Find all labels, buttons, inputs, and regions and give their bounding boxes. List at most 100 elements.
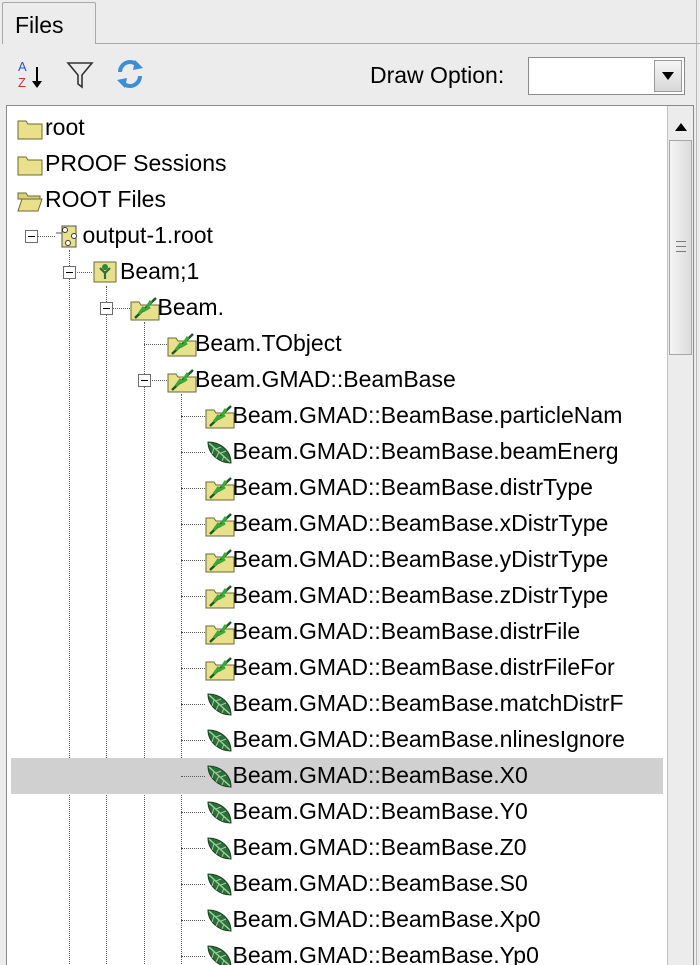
collapse-toggle[interactable] xyxy=(137,374,151,387)
branch-folder-icon xyxy=(205,475,234,501)
filter-icon xyxy=(66,62,94,89)
chevron-down-icon xyxy=(662,72,674,80)
scroll-grip xyxy=(676,251,686,252)
tree-row[interactable]: Beam.GMAD::BeamBase.matchDistrF xyxy=(7,686,667,722)
tree-item-label: Beam.GMAD::BeamBase.S0 xyxy=(232,870,528,896)
tree-row[interactable]: Beam.GMAD::BeamBase.distrFileFor xyxy=(7,650,667,686)
tree-row[interactable]: Beam.GMAD::BeamBase.beamEnerg xyxy=(7,434,667,470)
tree-item-label: Beam.GMAD::BeamBase.distrType xyxy=(232,474,593,500)
tree-row[interactable]: Beam.GMAD::BeamBase.particleNam xyxy=(7,398,667,434)
tree-connector xyxy=(181,884,205,885)
branch-folder-icon xyxy=(205,583,234,609)
tree-connector xyxy=(181,560,205,561)
tree-connector xyxy=(181,524,205,525)
leaf-icon xyxy=(205,691,232,717)
tree-row[interactable]: Beam.GMAD::BeamBase.Xp0 xyxy=(7,902,667,938)
tree-connector xyxy=(181,812,205,813)
branch-folder-icon xyxy=(167,331,197,357)
scroll-grip xyxy=(676,246,686,247)
collapse-toggle[interactable] xyxy=(62,266,76,279)
tree-item-label: Beam.GMAD::BeamBase.zDistrType xyxy=(232,582,609,608)
tree-item-label: Beam.GMAD::BeamBase.particleNam xyxy=(232,402,623,428)
tree-row[interactable]: Beam.GMAD::BeamBase.yDistrType xyxy=(7,542,667,578)
collapse-toggle[interactable] xyxy=(100,302,113,315)
scroll-thumb[interactable] xyxy=(669,140,692,355)
tree-row[interactable]: Beam.GMAD::BeamBase.distrFile xyxy=(7,614,667,650)
tree-row[interactable]: Beam.GMAD::BeamBase.nlinesIgnore xyxy=(7,722,667,758)
tree-row[interactable]: root xyxy=(7,110,667,146)
tree-connector xyxy=(181,668,205,669)
tree-item-label: Beam.GMAD::BeamBase.nlinesIgnore xyxy=(232,726,625,752)
branch-folder-icon xyxy=(130,295,159,321)
tree-item-label: Beam.GMAD::BeamBase.Y0 xyxy=(232,798,528,824)
scroll-up-button[interactable] xyxy=(668,114,693,140)
branch-folder-icon xyxy=(205,511,234,537)
svg-text:A: A xyxy=(18,59,27,74)
tree-row[interactable]: PROOF Sessions xyxy=(7,146,667,182)
tree-row[interactable]: Beam.GMAD::BeamBase.Y0 xyxy=(7,794,667,830)
tree-connector xyxy=(181,920,205,921)
leaf-icon xyxy=(205,943,231,965)
leaf-icon xyxy=(205,727,232,753)
tree-item-label: Beam;1 xyxy=(120,258,200,284)
tree-row[interactable]: Beam.GMAD::BeamBase.zDistrType xyxy=(7,578,667,614)
sort-button[interactable]: A Z xyxy=(12,54,48,94)
filter-button[interactable] xyxy=(62,54,98,94)
file-browser-panel: root PROOF Sessions ROOT Files output-1.roo… xyxy=(6,105,694,965)
tree-row[interactable]: Beam. xyxy=(7,290,667,326)
leaf-icon xyxy=(205,439,232,465)
window-edge xyxy=(696,0,697,965)
tree-row[interactable]: Beam.GMAD::BeamBase.X0 xyxy=(11,758,663,794)
tree-item-label: Beam. xyxy=(157,294,224,320)
tab-files[interactable]: Files xyxy=(2,2,96,44)
sort-az-icon: A Z xyxy=(18,59,42,90)
tab-files-label: Files xyxy=(15,12,64,38)
tree-item-label: Beam.GMAD::BeamBase.xDistrType xyxy=(232,510,609,536)
leaf-icon xyxy=(205,835,232,861)
tree-row[interactable]: Beam.GMAD::BeamBase.xDistrType xyxy=(7,506,667,542)
tree-item-label: Beam.GMAD::BeamBase xyxy=(195,366,456,392)
tree-row[interactable]: Beam.GMAD::BeamBase.Yp0 xyxy=(7,938,667,965)
tree-row[interactable]: Beam.TObject xyxy=(7,326,667,362)
tree-connector xyxy=(181,776,205,777)
tree-item-label: Beam.GMAD::BeamBase.beamEnerg xyxy=(232,438,619,464)
tree-row[interactable]: output-1.root xyxy=(7,218,667,254)
refresh-icon xyxy=(117,60,143,88)
collapse-toggle[interactable] xyxy=(25,230,38,243)
tree-row[interactable]: Beam.GMAD::BeamBase.S0 xyxy=(7,866,667,902)
tree-row[interactable]: Beam;1 xyxy=(7,254,667,290)
tree-row[interactable]: Beam.GMAD::BeamBase.Z0 xyxy=(7,830,667,866)
branch-folder-icon xyxy=(205,403,234,429)
tree-item-label: Beam.GMAD::BeamBase.Xp0 xyxy=(232,906,541,932)
draw-option-label: Draw Option: xyxy=(370,62,505,88)
ttree-icon xyxy=(92,259,118,285)
branch-folder-icon xyxy=(167,367,197,393)
chevron-up-icon xyxy=(675,123,687,131)
combo-arrow-button[interactable] xyxy=(654,60,682,92)
tree-connector xyxy=(143,344,167,345)
draw-option-combo[interactable] xyxy=(528,57,685,95)
tree-row[interactable]: Beam.GMAD::BeamBase.distrType xyxy=(7,470,667,506)
tree-item-label: Beam.GMAD::BeamBase.distrFile xyxy=(232,618,581,644)
root-file-icon xyxy=(55,223,81,249)
file-tree[interactable]: root PROOF Sessions ROOT Files output-1.roo… xyxy=(7,106,667,965)
tree-item-label: Beam.GMAD::BeamBase.matchDistrF xyxy=(232,690,624,716)
tree-item-label: Beam.GMAD::BeamBase.Yp0 xyxy=(232,942,539,965)
branch-folder-icon xyxy=(205,547,234,573)
tree-connector xyxy=(181,704,205,705)
toolbar: A Z Draw Option: xyxy=(0,50,700,100)
tab-strip: Files xyxy=(0,0,700,44)
tree-connector xyxy=(181,740,205,741)
leaf-icon xyxy=(205,907,232,933)
tree-connector xyxy=(181,596,205,597)
tree-item-label: Beam.GMAD::BeamBase.X0 xyxy=(232,762,528,788)
folder-icon xyxy=(17,151,43,177)
folder-icon xyxy=(17,115,43,141)
vertical-scrollbar[interactable] xyxy=(667,106,693,965)
leaf-icon xyxy=(205,871,232,897)
tree-connector xyxy=(181,416,205,417)
refresh-button[interactable] xyxy=(112,54,148,94)
tree-row[interactable]: Beam.GMAD::BeamBase xyxy=(7,362,667,398)
leaf-icon xyxy=(205,763,232,789)
tree-row[interactable]: ROOT Files xyxy=(7,182,667,218)
